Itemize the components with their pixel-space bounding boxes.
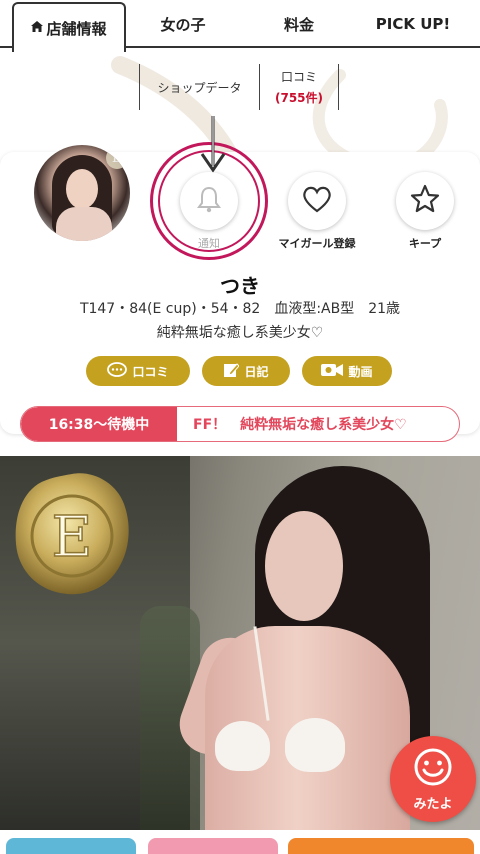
subtab-reviews[interactable]: 口コミ (755件) (259, 64, 339, 110)
profile-avatar[interactable]: E (34, 145, 130, 241)
subtab-label: 口コミ (280, 70, 317, 84)
tab-pickup[interactable]: PICK UP! (362, 0, 464, 48)
notify-button[interactable] (180, 172, 238, 230)
down-arrow-icon (200, 116, 226, 173)
rank-badge-icon: E (106, 147, 128, 169)
avatar-face (66, 169, 98, 209)
bottom-button-3[interactable] (288, 838, 474, 854)
pill-label: 動画 (348, 364, 373, 379)
my-girl-register-label: マイガール登録 (278, 237, 356, 250)
top-tab-bar: 店舗情報 女の子 料金 PICK UP! (0, 0, 480, 52)
pill-label: 口コミ (132, 364, 169, 379)
reviews-pill-button[interactable]: 口コミ (86, 356, 190, 386)
e-rank-seal-icon: E (15, 473, 129, 595)
sub-tab-bar: ショップデータ 口コミ (755件) (139, 64, 339, 110)
tab-label: PICK UP! (375, 15, 451, 33)
bottom-action-bar (0, 832, 480, 854)
tab-price[interactable]: 料金 (252, 0, 346, 48)
tab-shop-info[interactable]: 店舗情報 (12, 2, 126, 52)
photo-bikini-right-shape (285, 718, 345, 772)
edit-note-icon (223, 362, 241, 381)
smiley-icon (413, 747, 453, 793)
tab-label: 店舗情報 (46, 19, 107, 38)
bottom-button-1[interactable] (6, 838, 136, 854)
subtab-shop-data[interactable]: ショップデータ (139, 64, 259, 110)
video-pill-button[interactable]: 動画 (302, 356, 392, 386)
ticker-message: FF！ 純粋無垢な癒し系美少女♡ (193, 417, 407, 433)
tab-girls[interactable]: 女の子 (136, 0, 230, 48)
girl-catchphrase: 純粋無垢な癒し系美少女♡ (156, 325, 324, 341)
bottom-button-2[interactable] (148, 838, 278, 854)
girl-specs: T147・84(E cup)・54・82 血液型:AB型 21歳 (79, 301, 401, 317)
home-icon (31, 21, 44, 35)
subtab-label: ショップデータ (157, 80, 242, 95)
photo-bikini-left-shape (215, 721, 270, 771)
chat-bubble-icon (107, 361, 128, 381)
bell-icon (194, 184, 224, 218)
photo-face-shape (265, 511, 343, 621)
keep-label: キープ (408, 237, 442, 250)
heart-icon (301, 184, 333, 218)
tab-label: 女の子 (160, 15, 206, 34)
star-icon (409, 183, 441, 219)
girl-name: つき (220, 274, 260, 298)
avatar-body (56, 207, 112, 241)
my-girl-register-button[interactable] (288, 172, 346, 230)
pill-label: 日記 (244, 364, 269, 379)
review-count: (755件) (274, 91, 324, 105)
video-camera-icon (321, 363, 344, 380)
seal-letter: E (52, 505, 93, 570)
tab-label: 料金 (283, 15, 314, 34)
standby-time-badge: 16:38～待機中 (21, 407, 177, 441)
notify-label: 通知 (198, 237, 220, 250)
diary-pill-button[interactable]: 日記 (202, 356, 290, 386)
keep-button[interactable] (396, 172, 454, 230)
status-ticker[interactable]: 16:38～待機中 FF！ 純粋無垢な癒し系美少女♡ (20, 406, 460, 442)
mitayo-label: みたよ (413, 796, 453, 812)
mitayo-button[interactable]: みたよ (390, 736, 476, 822)
